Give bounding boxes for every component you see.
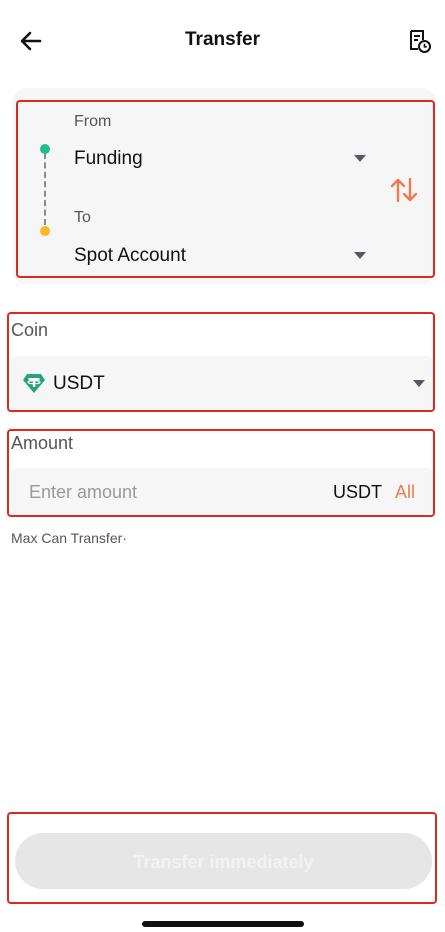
amount-label: Amount [11, 433, 74, 453]
header-bar: Transfer [0, 0, 445, 82]
chevron-down-icon [354, 252, 366, 259]
chevron-down-icon [354, 155, 366, 162]
amount-input[interactable] [29, 482, 309, 503]
page-title: Transfer [185, 29, 260, 50]
transfer-history-icon[interactable] [405, 27, 433, 55]
max-transfer-text: Max Can Transfer· [11, 530, 127, 546]
to-label: To [74, 209, 91, 226]
route-connector [44, 153, 46, 225]
transfer-button[interactable]: Transfer immediately [15, 833, 432, 889]
swap-vertical-icon[interactable] [389, 176, 419, 204]
coin-label: Coin [11, 320, 49, 340]
all-button[interactable]: All [395, 482, 415, 503]
to-account-value: Spot Account [74, 245, 186, 266]
home-indicator [142, 921, 304, 927]
coin-value: USDT [53, 373, 105, 394]
tether-icon [23, 374, 45, 393]
from-account-selector[interactable]: Funding [70, 140, 380, 176]
from-label: From [74, 113, 112, 130]
amount-field-container: USDT All [11, 468, 433, 514]
to-account-selector[interactable]: Spot Account [70, 237, 380, 273]
from-account-value: Funding [74, 148, 143, 169]
chevron-down-icon [413, 380, 425, 387]
to-dot [40, 226, 50, 236]
amount-unit: USDT [333, 482, 382, 502]
coin-selector[interactable]: USDT [11, 356, 433, 410]
